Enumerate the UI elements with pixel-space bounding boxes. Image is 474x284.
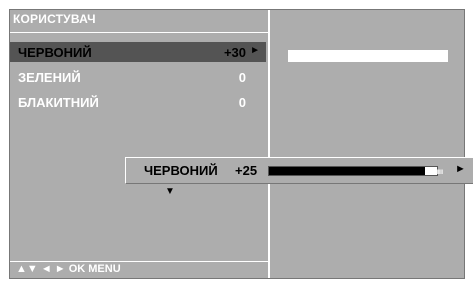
menu-panel: КОРИСТУВАЧ ЧЕРВОНИЙ +30 ► ЗЕЛЕНИЙ 0 БЛАК… [10, 10, 270, 278]
preview-panel [270, 10, 464, 278]
menu-item-blue[interactable]: БЛАКИТНИЙ 0 [10, 92, 266, 112]
level-slider-fill [269, 167, 426, 175]
popup-value: +25 [235, 163, 258, 178]
menu-item-label: ЧЕРВОНИЙ [18, 45, 92, 60]
preview-bar [288, 50, 448, 62]
right-arrow-icon: ► [455, 163, 466, 175]
menu-item-green[interactable]: ЗЕЛЕНИЙ 0 [10, 67, 266, 87]
popup-label: ЧЕРВОНИЙ [144, 163, 218, 178]
adjust-popup: ЧЕРВОНИЙ +25 ıııııı ► [125, 157, 473, 184]
menu-item-label: ЗЕЛЕНИЙ [18, 70, 81, 85]
menu-item-label: БЛАКИТНИЙ [18, 95, 99, 110]
menu-title: КОРИСТУВАЧ [13, 12, 96, 26]
right-arrow-icon: ► [250, 45, 260, 56]
divider [10, 261, 268, 262]
nav-hint: ▲▼ ◄ ► OK MENU [16, 263, 121, 275]
osd-screen: КОРИСТУВАЧ ЧЕРВОНИЙ +30 ► ЗЕЛЕНИЙ 0 БЛАК… [9, 9, 465, 279]
tick-marks-icon: ıııııı [435, 167, 443, 176]
divider [10, 32, 268, 33]
menu-item-value: +30 [223, 45, 246, 60]
menu-item-value: 0 [238, 70, 246, 85]
menu-item-red[interactable]: ЧЕРВОНИЙ +30 ► [10, 42, 266, 62]
menu-item-value: 0 [238, 95, 246, 110]
level-slider[interactable] [268, 166, 438, 176]
down-arrow-icon: ▼ [165, 186, 175, 197]
